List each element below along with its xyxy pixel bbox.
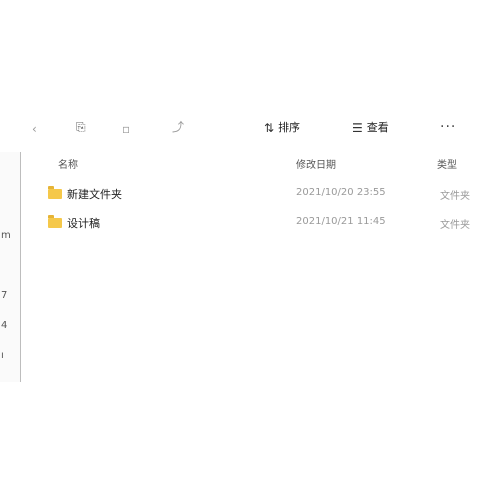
nav-item-1[interactable]: m <box>1 230 11 241</box>
column-header-name[interactable]: 名称 <box>58 156 78 171</box>
file-date: 2021/10/20 23:55 <box>296 187 386 198</box>
sort-label: 排序 <box>278 121 301 134</box>
more-label: ··· <box>440 119 457 135</box>
paste-icon[interactable]: ▫ <box>122 122 130 136</box>
share-icon[interactable]: ⤴ <box>172 120 184 134</box>
column-header-type[interactable]: 类型 <box>437 156 457 171</box>
nav-item-3[interactable]: 4 <box>1 320 7 331</box>
sort-button[interactable]: ⇅ 排序 <box>264 121 300 135</box>
folder-icon <box>48 215 62 228</box>
view-label: 查看 <box>366 121 389 134</box>
nav-item-2[interactable]: 7 <box>1 290 7 301</box>
file-date: 2021/10/21 11:45 <box>296 216 386 227</box>
view-button[interactable]: ☰ 查看 <box>352 121 389 135</box>
file-type: 文件夹 <box>440 220 470 231</box>
chevron-left-icon[interactable]: ‹ <box>32 122 37 136</box>
folder-icon <box>48 186 62 199</box>
navigation-pane[interactable] <box>0 152 21 382</box>
file-type: 文件夹 <box>440 191 470 202</box>
sort-icon: ⇅ <box>264 121 275 135</box>
list-item[interactable]: 设计稿 <box>48 215 100 231</box>
view-icon: ☰ <box>352 121 363 135</box>
copy-icon[interactable]: ⎘ <box>76 120 86 134</box>
more-options-button[interactable]: ··· <box>440 119 456 135</box>
nav-item-4[interactable]: ı <box>1 350 4 361</box>
file-name: 设计稿 <box>67 217 100 230</box>
file-name: 新建文件夹 <box>67 188 122 201</box>
column-header-date[interactable]: 修改日期 <box>296 156 336 171</box>
list-item[interactable]: 新建文件夹 <box>48 186 122 202</box>
